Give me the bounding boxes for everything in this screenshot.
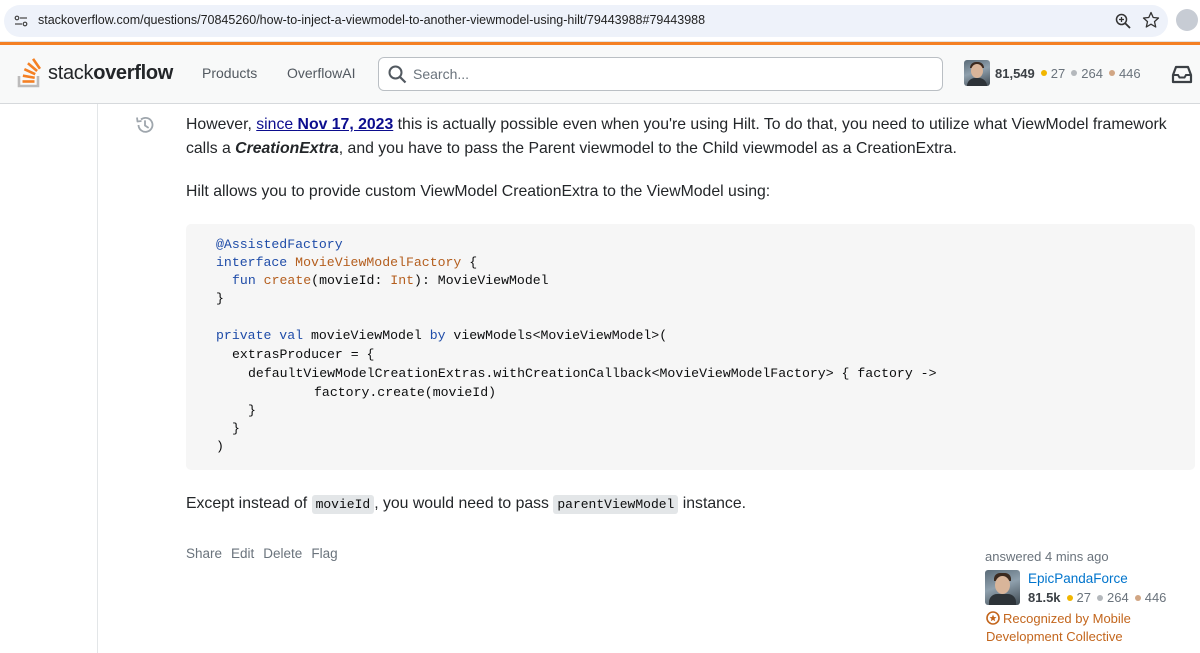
silver-badge-icon xyxy=(1097,594,1104,601)
browser-profile-icon[interactable] xyxy=(1176,9,1198,31)
author-silver-badges: 264 xyxy=(1097,590,1129,605)
site-info-icon[interactable] xyxy=(14,14,28,28)
left-sidebar-border xyxy=(97,104,98,653)
code-line-1: @AssistedFactory xyxy=(216,237,343,252)
edit-link[interactable]: Edit xyxy=(231,546,254,561)
bronze-badge-icon xyxy=(1108,70,1115,76)
silver-badge-count: 264 xyxy=(1071,66,1103,81)
author-gold-badges: 27 xyxy=(1066,590,1091,605)
silver-badge-icon xyxy=(1071,70,1078,76)
stackoverflow-logo[interactable]: stackoverflow xyxy=(16,53,181,93)
answer-paragraph-1: However, since Nov 17, 2023 this is actu… xyxy=(186,116,1167,157)
bookmark-star-icon[interactable] xyxy=(1142,11,1160,29)
history-icon[interactable] xyxy=(134,114,156,136)
search-box[interactable] xyxy=(378,57,943,91)
flag-link[interactable]: Flag xyxy=(311,546,337,561)
user-card[interactable]: 81,549 27 264 446 xyxy=(964,58,1141,88)
search-input[interactable] xyxy=(413,64,913,84)
collective-recognition-link[interactable]: Recognized by Mobile Development Collecti… xyxy=(986,610,1166,646)
stack-logo-icon xyxy=(17,58,42,88)
browser-toolbar: stackoverflow.com/questions/70845260/how… xyxy=(0,0,1200,42)
bronze-badge-count: 446 xyxy=(1108,66,1141,81)
code-line-5: private val movieViewModel by viewModels… xyxy=(216,328,668,343)
gold-badge-icon xyxy=(1066,594,1073,601)
address-bar[interactable]: stackoverflow.com/questions/70845260/how… xyxy=(4,5,1168,37)
inline-code-parentviewmodel: parentViewModel xyxy=(553,495,679,514)
code-line-11: ) xyxy=(216,439,224,454)
author-bronze-badges: 446 xyxy=(1134,590,1166,605)
code-line-9: } xyxy=(248,403,256,418)
logo-wordmark: stackoverflow xyxy=(48,61,174,84)
bronze-badge-icon xyxy=(1134,594,1141,601)
avatar[interactable] xyxy=(964,60,990,86)
code-line-3: fun create(movieId: Int): MovieViewModel xyxy=(232,273,549,288)
code-line-8: factory.create(movieId) xyxy=(314,385,497,400)
code-block[interactable]: @AssistedFactory interface MovieViewMode… xyxy=(186,224,1195,470)
share-link[interactable]: Share xyxy=(186,546,222,561)
author-rep-score: 81.5k xyxy=(1028,590,1061,605)
since-date-link[interactable]: since Nov 17, 2023 xyxy=(256,116,393,133)
user-reputation: 81,549 xyxy=(995,65,1035,81)
answered-timestamp[interactable]: answered 4 mins ago xyxy=(985,549,1109,564)
nav-overflowai[interactable]: OverflowAI xyxy=(287,65,355,81)
code-line-7: defaultViewModelCreationExtras.withCreat… xyxy=(248,366,937,381)
code-line-10: } xyxy=(232,421,240,436)
nav-products[interactable]: Products xyxy=(202,65,257,81)
gold-badge-icon xyxy=(1040,70,1047,76)
delete-link[interactable]: Delete xyxy=(263,546,302,561)
code-line-6: extrasProducer = { xyxy=(232,347,375,362)
author-reputation: 81.5k 27 264 446 xyxy=(1028,590,1172,605)
zoom-icon[interactable] xyxy=(1114,12,1132,30)
search-icon xyxy=(388,65,407,84)
author-avatar[interactable] xyxy=(985,570,1020,605)
answer-paragraph-2: Hilt allows you to provide custom ViewMo… xyxy=(186,183,771,200)
answer-paragraph-3: Except instead of movieId, you would nee… xyxy=(186,495,746,514)
creation-extra-emphasis: CreationExtra xyxy=(235,140,339,157)
inbox-icon[interactable] xyxy=(1170,63,1194,85)
code-line-2: interface MovieViewModelFactory { xyxy=(216,255,478,270)
url-text[interactable]: stackoverflow.com/questions/70845260/how… xyxy=(38,13,705,27)
code-line-4: } xyxy=(216,291,224,306)
site-header: stackoverflow Products OverflowAI 81,549… xyxy=(0,42,1200,104)
gold-badge-count: 27 xyxy=(1040,66,1065,81)
author-name-link[interactable]: EpicPandaForce xyxy=(1028,571,1128,586)
inline-code-movieid: movieId xyxy=(311,495,375,514)
collective-badge-icon xyxy=(986,611,1000,625)
post-menu: Share Edit Delete Flag xyxy=(186,546,338,561)
